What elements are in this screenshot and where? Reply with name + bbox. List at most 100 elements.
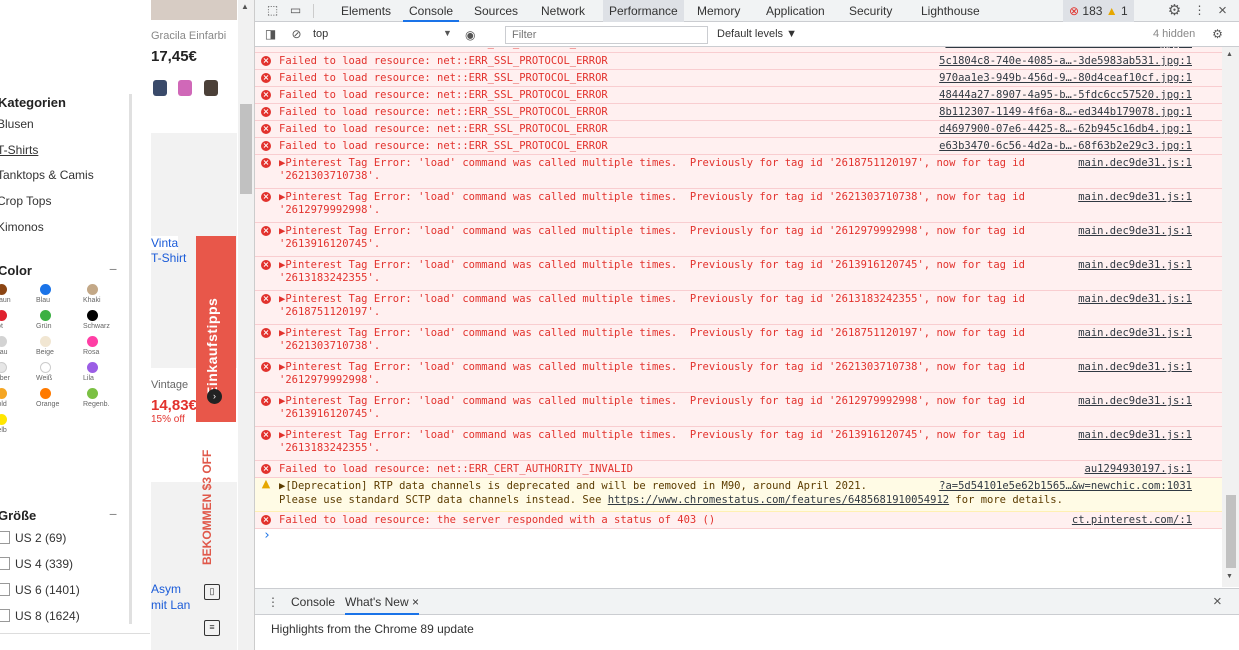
page-scrollbar[interactable]: ▲ <box>238 0 254 650</box>
source-link[interactable]: main.dec9de31.js:1 <box>1078 327 1192 340</box>
source-link[interactable]: main.dec9de31.js:1 <box>1078 191 1192 204</box>
color-swatch[interactable] <box>0 284 7 295</box>
source-link[interactable]: main.dec9de31.js:1 <box>1078 157 1192 170</box>
console-settings-gear-icon[interactable]: ⚙ <box>1210 27 1225 42</box>
source-link[interactable]: 970aa1e3-949b-456d-9…-80d4ceaf10cf.jpg:1 <box>939 72 1192 85</box>
console-error-row[interactable]: × ▶Pinterest Tag Error: 'load' command wa… <box>255 223 1222 257</box>
color-swatch[interactable] <box>40 284 51 295</box>
console-error-row[interactable]: × Failed to load resource: net::ERR_SSL_P… <box>255 104 1222 121</box>
chat-icon[interactable]: ≡ <box>204 620 220 636</box>
color-swatch[interactable] <box>0 336 7 347</box>
console-error-row[interactable]: × Failed to load resource: the server res… <box>255 512 1222 529</box>
tab-elements[interactable]: Elements <box>335 0 397 22</box>
source-link[interactable]: au1294930197.js:1 <box>1085 463 1192 476</box>
category-item[interactable]: Kimonos <box>0 220 44 234</box>
size-label[interactable]: US 4 (339) <box>15 557 73 571</box>
source-link[interactable]: main.dec9de31.js:1 <box>1078 293 1192 306</box>
chevron-down-icon[interactable]: ▼ <box>443 28 452 38</box>
collapse-color-icon[interactable]: − <box>109 261 117 277</box>
tab-network[interactable]: Network <box>535 0 591 22</box>
log-levels-dropdown[interactable]: Default levels ▼ <box>717 28 797 40</box>
size-checkbox[interactable] <box>0 583 10 596</box>
source-link[interactable]: e63b3470-6c56-4d2a-b…-68f63b2e29c3.jpg:1 <box>939 140 1192 153</box>
source-link[interactable]: 48444a27-8907-4a95-b…-5fdc6cc57520.jpg:1 <box>939 89 1192 102</box>
console-scroll-thumb[interactable] <box>1226 495 1236 568</box>
size-checkbox[interactable] <box>0 609 10 622</box>
color-swatch[interactable] <box>87 284 98 295</box>
scroll-down-arrow-icon[interactable]: ▼ <box>1226 573 1233 580</box>
tab-application[interactable]: Application <box>760 0 831 22</box>
einkaufstipps-tab[interactable]: Einkaufstipps › <box>196 236 236 422</box>
color-swatch[interactable] <box>0 414 7 425</box>
source-link[interactable]: ct.pinterest.com/:1 <box>1072 514 1192 527</box>
tab-lighthouse[interactable]: Lighthouse <box>915 0 986 22</box>
color-swatch[interactable] <box>40 336 51 347</box>
close-drawer-icon[interactable]: × <box>1213 593 1222 610</box>
chromestatus-link[interactable]: https://www.chromestatus.com/features/64… <box>608 494 949 506</box>
source-link[interactable]: main.dec9de31.js:1 <box>1078 429 1192 442</box>
sidebar-toggle-icon[interactable]: ◨ <box>263 27 278 42</box>
console-error-row[interactable]: × Failed to load resource: net::ERR_CERT_… <box>255 461 1222 478</box>
tab-console[interactable]: Console <box>403 0 460 22</box>
source-link[interactable]: ?a=5d54101e5e62b1565…&w=newchic.com:1031 <box>939 480 1192 493</box>
size-label[interactable]: US 6 (1401) <box>15 583 80 597</box>
page-scroll-thumb[interactable] <box>240 104 252 194</box>
size-label[interactable]: US 2 (69) <box>15 531 66 545</box>
live-expression-eye-icon[interactable]: ◉ <box>465 28 475 42</box>
product-image-top[interactable] <box>151 0 237 20</box>
product-name-mid[interactable]: Vintage <box>151 379 188 391</box>
console-error-row[interactable]: × ▶Pinterest Tag Error: 'load' command wa… <box>255 393 1222 427</box>
console-error-row[interactable]: × ▶Pinterest Tag Error: 'load' command wa… <box>255 257 1222 291</box>
console-error-row[interactable]: × Failed to load resource: net::ERR_SSL_P… <box>255 70 1222 87</box>
source-link[interactable]: 8b112307-1149-4f6a-8…-ed344b179078.jpg:1 <box>939 106 1192 119</box>
console-error-row[interactable]: × ▶Pinterest Tag Error: 'load' command wa… <box>255 291 1222 325</box>
color-swatch[interactable] <box>40 362 51 373</box>
source-link[interactable]: 7e7c8e9-e05f-4dd9-b…-b5b0f8f6308c.jpg:1 <box>945 47 1192 50</box>
clear-console-icon[interactable]: ⊘ <box>289 27 304 42</box>
source-link[interactable]: 5c1804c8-740e-4085-a…-3de5983ab531.jpg:1 <box>939 55 1192 68</box>
filter-scrollbar[interactable] <box>129 94 132 624</box>
category-item[interactable]: Crop Tops <box>0 194 51 208</box>
color-swatch[interactable] <box>40 388 51 399</box>
drawer-tab-whats-new[interactable]: What's New × <box>345 589 419 615</box>
broken-image-icon[interactable]: Asym <box>151 582 181 596</box>
close-tab-icon[interactable]: × <box>412 595 419 609</box>
color-thumb-2[interactable] <box>178 80 192 96</box>
color-swatch[interactable] <box>87 336 98 347</box>
source-link[interactable]: main.dec9de31.js:1 <box>1078 225 1192 238</box>
size-checkbox[interactable] <box>0 557 10 570</box>
color-swatch[interactable] <box>87 362 98 373</box>
console-error-row[interactable]: × Failed to load resource: net::ERR_SSL_P… <box>255 53 1222 70</box>
color-thumb-1[interactable] <box>153 80 167 96</box>
source-link[interactable]: main.dec9de31.js:1 <box>1078 259 1192 272</box>
console-error-row[interactable]: × ▶Pinterest Tag Error: 'load' command wa… <box>255 325 1222 359</box>
console-error-row[interactable]: × Failed to load resource: net::ERR_SSL_P… <box>255 87 1222 104</box>
color-swatch[interactable] <box>40 310 51 321</box>
source-link[interactable]: main.dec9de31.js:1 <box>1078 395 1192 408</box>
color-swatch[interactable] <box>0 388 7 399</box>
tab-sources[interactable]: Sources <box>468 0 524 22</box>
console-error-row[interactable]: × Failed to load resource: net::ERR_SSL_P… <box>255 121 1222 138</box>
console-error-row[interactable]: × ▶Pinterest Tag Error: 'load' command wa… <box>255 155 1222 189</box>
filter-input[interactable] <box>505 26 708 44</box>
product-name-top[interactable]: Gracila Einfarbi <box>151 30 226 42</box>
category-item[interactable]: Blusen <box>0 117 34 131</box>
color-swatch[interactable] <box>0 310 7 321</box>
broken-image-icon[interactable]: Vinta <box>151 236 179 250</box>
console-scrollbar[interactable]: ▲ ▼ <box>1222 47 1239 587</box>
color-swatch[interactable] <box>0 362 7 373</box>
console-prompt[interactable]: › <box>255 529 1222 547</box>
size-label[interactable]: US 8 (1624) <box>15 609 80 623</box>
source-link[interactable]: main.dec9de31.js:1 <box>1078 361 1192 374</box>
tab-memory[interactable]: Memory <box>691 0 746 22</box>
collapse-size-icon[interactable]: − <box>109 506 117 522</box>
source-link[interactable]: d4697900-07e6-4425-8…-62b945c16db4.jpg:1 <box>939 123 1192 136</box>
console-warning-row[interactable]: ▲ ▶[Deprecation] RTP data channels is dep… <box>255 478 1222 512</box>
color-thumb-3[interactable] <box>204 80 218 96</box>
inspect-element-icon[interactable]: ⬚ <box>265 3 280 18</box>
console-error-row[interactable]: × ▶Pinterest Tag Error: 'load' command wa… <box>255 189 1222 223</box>
console-error-row[interactable]: × ▶Pinterest Tag Error: 'load' command wa… <box>255 359 1222 393</box>
coupon-tab[interactable]: BEKOMMEN $3 OFF <box>200 425 232 575</box>
gear-icon[interactable]: ⚙ <box>1167 3 1182 18</box>
scroll-up-arrow-icon[interactable]: ▲ <box>241 2 249 11</box>
